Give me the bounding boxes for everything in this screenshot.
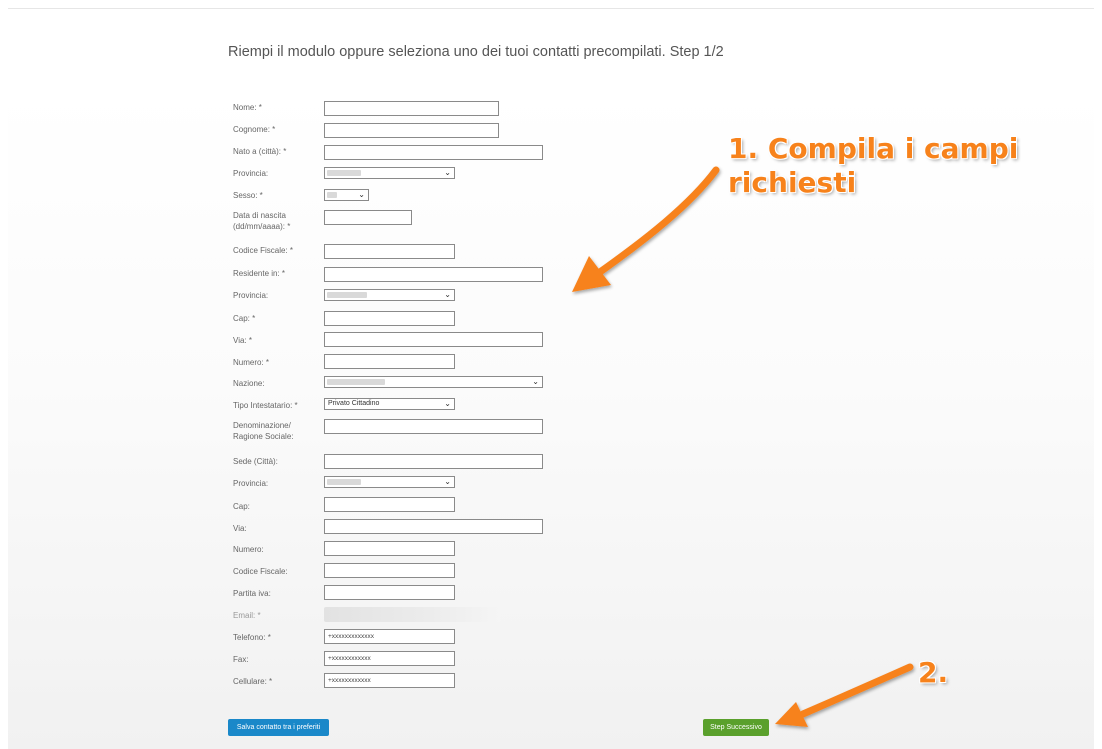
arrow-to-fields-icon [572,166,720,292]
arrow-to-next-button-icon [775,663,914,727]
annotation-arrows [572,166,914,727]
